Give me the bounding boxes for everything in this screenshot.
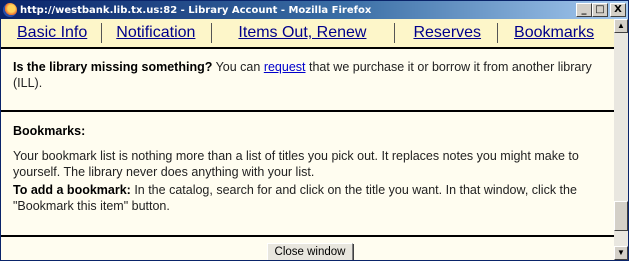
close-window-page-button[interactable]: Close window: [267, 243, 353, 260]
add-bookmark-paragraph: To add a bookmark: In the catalog, searc…: [13, 182, 609, 214]
account-nav: Basic Info Notification Items Out, Renew…: [1, 19, 614, 49]
nav-notification[interactable]: Notification: [102, 24, 211, 42]
firefox-icon: [3, 3, 17, 17]
bookmarks-heading-text: Bookmarks:: [13, 124, 86, 138]
close-window-button[interactable]: X: [610, 3, 626, 17]
add-bookmark-heading: To add a bookmark:: [13, 183, 131, 197]
vertical-scrollbar[interactable]: ▲ ▼: [614, 19, 628, 260]
scrollbar-thumb[interactable]: [614, 201, 628, 232]
maximize-button[interactable]: □: [592, 3, 608, 17]
minimize-button[interactable]: _: [576, 3, 592, 17]
nav-items-out-renew[interactable]: Items Out, Renew: [212, 24, 394, 42]
window-title: http://westbank.lib.tx.us:82 - Library A…: [20, 4, 372, 16]
nav-bookmarks[interactable]: Bookmarks: [498, 24, 602, 42]
bookmarks-heading: Bookmarks:: [13, 123, 609, 139]
browser-window: http://westbank.lib.tx.us:82 - Library A…: [0, 0, 629, 261]
title-bar: http://westbank.lib.tx.us:82 - Library A…: [1, 1, 628, 19]
section-divider: [1, 235, 614, 237]
missing-something-paragraph: Is the library missing something? You ca…: [13, 59, 609, 91]
section-divider: [1, 110, 614, 112]
nav-basic-info[interactable]: Basic Info: [1, 24, 101, 42]
missing-text-before: You can: [212, 60, 264, 74]
missing-heading: Is the library missing something?: [13, 60, 213, 74]
scroll-up-arrow-icon[interactable]: ▲: [614, 19, 628, 33]
bookmarks-description: Your bookmark list is nothing more than …: [13, 149, 579, 179]
scroll-down-arrow-icon[interactable]: ▼: [614, 246, 628, 260]
page-content: Basic Info Notification Items Out, Renew…: [1, 19, 614, 260]
request-link[interactable]: request: [264, 60, 306, 74]
nav-reserves[interactable]: Reserves: [395, 24, 497, 42]
